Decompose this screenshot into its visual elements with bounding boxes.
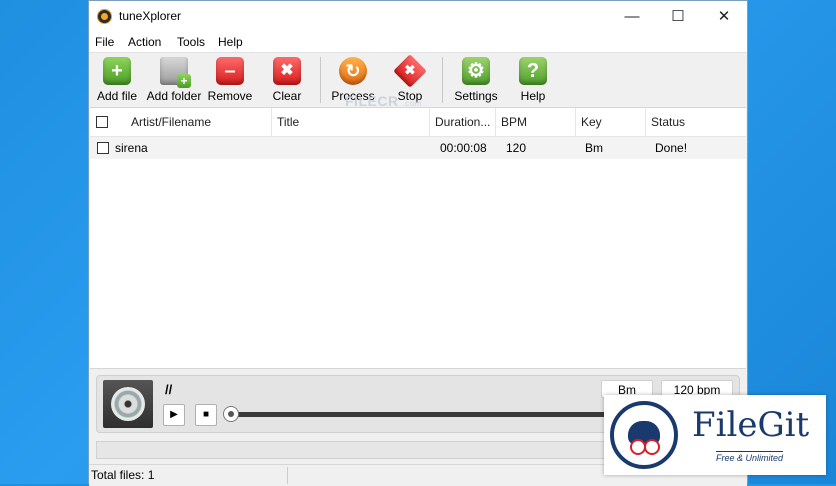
file-table: Artist/Filename Title Duration... BPM Ke…	[90, 107, 746, 368]
question-icon: ?	[519, 57, 547, 85]
menu-file[interactable]: File	[95, 35, 114, 49]
remove-label: Remove	[207, 89, 253, 103]
minus-icon: –	[216, 57, 244, 85]
gear-icon: ⚙	[462, 57, 490, 85]
select-all-checkbox[interactable]	[96, 116, 108, 128]
toolbar-separator	[442, 57, 443, 103]
cell-duration: 00:00:08	[440, 141, 487, 155]
seek-bar[interactable]	[227, 412, 611, 417]
col-key[interactable]: Key	[576, 108, 646, 136]
play-button[interactable]: ▶	[163, 404, 185, 426]
filegit-logo-icon	[610, 401, 678, 469]
menu-bar: File Action Tools Help	[89, 32, 747, 53]
menu-action[interactable]: Action	[128, 35, 161, 49]
col-title[interactable]: Title	[272, 108, 430, 136]
col-duration[interactable]: Duration...	[430, 108, 496, 136]
help-label: Help	[520, 89, 546, 103]
stop-icon: ✖	[393, 54, 427, 88]
window-title: tuneXplorer	[119, 9, 182, 23]
filegit-name: FileGit	[692, 405, 810, 445]
clear-label: Clear	[272, 89, 302, 103]
remove-button[interactable]: – Remove	[199, 57, 261, 103]
col-bpm[interactable]: BPM	[496, 108, 576, 136]
seek-handle[interactable]	[223, 406, 239, 422]
settings-button[interactable]: ⚙ Settings	[445, 57, 507, 103]
menu-tools[interactable]: Tools	[177, 35, 205, 49]
minimize-button[interactable]: —	[609, 1, 655, 32]
title-bar[interactable]: tuneXplorer — ☐ ✕	[89, 1, 747, 32]
add-folder-button[interactable]: + Add folder	[143, 57, 205, 103]
cell-key: Bm	[585, 141, 603, 155]
row-checkbox[interactable]	[97, 142, 109, 154]
menu-help[interactable]: Help	[218, 35, 243, 49]
total-files-status: Total files: 1	[91, 468, 155, 482]
album-art-cd-icon	[103, 380, 153, 428]
add-file-label: Add file	[96, 89, 138, 103]
cell-filename: sirena	[115, 141, 148, 155]
maximize-button[interactable]: ☐	[655, 1, 701, 32]
process-icon: ↻	[339, 57, 367, 85]
stop-playback-button[interactable]: ■	[195, 404, 217, 426]
table-row[interactable]: sirena 00:00:08 120 Bm Done!	[90, 137, 746, 159]
add-folder-label: Add folder	[146, 89, 202, 103]
filegit-badge: FileGit Free & Unlimited	[604, 395, 826, 475]
track-name: //	[165, 382, 173, 397]
clear-button[interactable]: ✖ Clear	[256, 57, 318, 103]
toolbar-separator	[320, 57, 321, 103]
cell-status: Done!	[655, 141, 688, 155]
col-status[interactable]: Status	[646, 108, 746, 136]
app-logo-icon	[97, 9, 112, 24]
table-header: Artist/Filename Title Duration... BPM Ke…	[90, 108, 746, 137]
filegit-tagline: Free & Unlimited	[716, 451, 784, 463]
add-file-button[interactable]: + Add file	[86, 57, 148, 103]
add-icon: +	[103, 57, 131, 85]
close-button[interactable]: ✕	[701, 1, 747, 32]
status-separator	[287, 467, 288, 484]
settings-label: Settings	[454, 89, 498, 103]
help-button[interactable]: ? Help	[502, 57, 564, 103]
cell-bpm: 120	[506, 141, 527, 155]
x-icon: ✖	[273, 57, 301, 85]
col-artist-filename[interactable]: Artist/Filename	[126, 108, 272, 136]
add-folder-icon: +	[160, 57, 191, 88]
